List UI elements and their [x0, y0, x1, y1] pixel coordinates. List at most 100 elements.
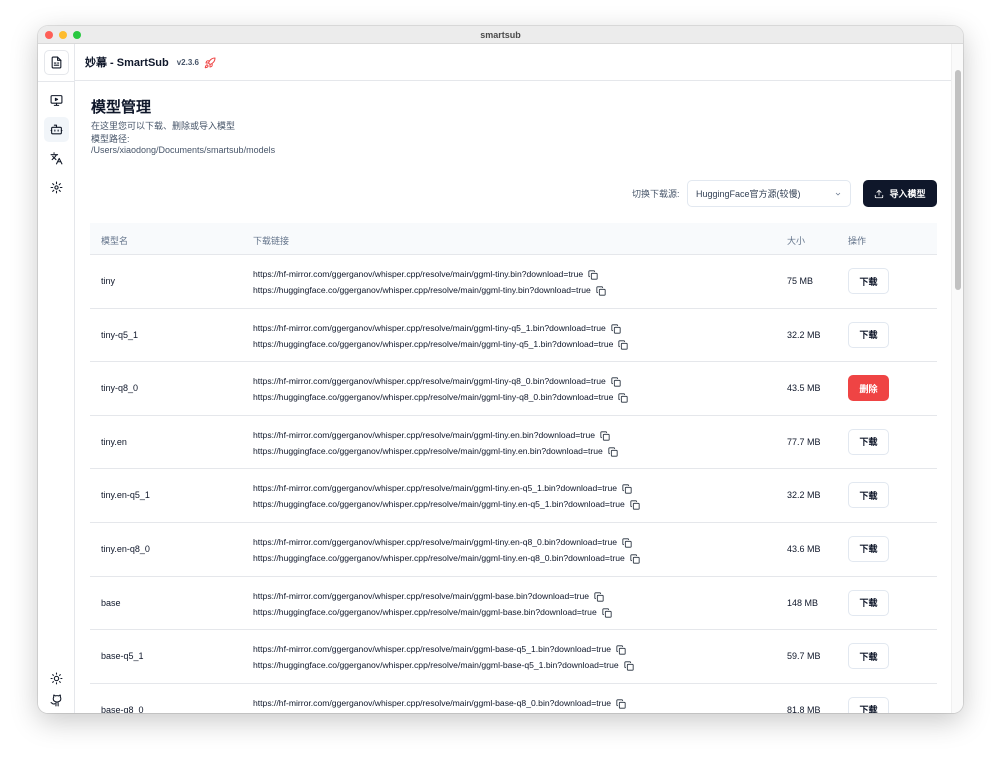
mirror-link-line: https://hf-mirror.com/ggerganov/whisper.…: [253, 534, 640, 550]
model-name: tiny.en-q5_1: [101, 490, 150, 501]
delete-model-button[interactable]: 删除: [848, 375, 889, 402]
official-link[interactable]: https://huggingface.co/ggerganov/whisper…: [253, 443, 603, 459]
sidebar-divider: [38, 81, 74, 82]
copy-icon[interactable]: [608, 446, 618, 457]
download-model-button[interactable]: 下载: [848, 428, 889, 455]
sidebar-item-tasks[interactable]: [44, 88, 69, 113]
table-header: 模型名 下载链接 大小 操作: [90, 223, 937, 254]
gear-icon: [50, 181, 63, 194]
import-model-button[interactable]: 导入模型: [863, 180, 937, 207]
window-title: smartsub: [480, 29, 521, 40]
copy-icon[interactable]: [622, 483, 632, 494]
download-links: https://hf-mirror.com/ggerganov/whisper.…: [253, 588, 612, 620]
mirror-link[interactable]: https://hf-mirror.com/ggerganov/whisper.…: [253, 320, 606, 336]
official-link[interactable]: https://huggingface.co/ggerganov/whisper…: [253, 711, 619, 713]
model-name: tiny: [101, 276, 116, 286]
table-row: tiny.en-q5_1 https://hf-mirror.com/ggerg…: [90, 468, 937, 522]
copy-icon[interactable]: [616, 644, 626, 655]
table-row: tiny.en-q8_0 https://hf-mirror.com/ggerg…: [90, 521, 937, 576]
official-link[interactable]: https://huggingface.co/ggerganov/whisper…: [253, 336, 613, 352]
model-name: tiny-q5_1: [101, 329, 139, 340]
app-name: 妙幕 - SmartSub: [85, 57, 169, 69]
download-source-select[interactable]: HuggingFace官方源(较慢): [687, 180, 851, 207]
page-scrollbar[interactable]: [951, 44, 963, 713]
model-name: base: [101, 597, 121, 608]
official-link[interactable]: https://huggingface.co/ggerganov/whisper…: [253, 550, 625, 566]
table-body: tiny https://hf-mirror.com/ggerganov/whi…: [90, 254, 937, 713]
sidebar-item-translate[interactable]: [44, 146, 69, 171]
minimize-window-button[interactable]: [59, 31, 67, 39]
copy-icon[interactable]: [600, 430, 610, 441]
download-model-button[interactable]: 下载: [848, 321, 889, 348]
mirror-link-line: https://hf-mirror.com/ggerganov/whisper.…: [253, 266, 606, 282]
official-link[interactable]: https://huggingface.co/ggerganov/whisper…: [253, 657, 619, 673]
copy-icon[interactable]: [611, 323, 621, 334]
download-links: https://hf-mirror.com/ggerganov/whisper.…: [253, 266, 606, 298]
copy-icon[interactable]: [630, 553, 640, 564]
copy-icon[interactable]: [611, 376, 621, 387]
table-row: tiny-q8_0 https://hf-mirror.com/ggergano…: [90, 361, 937, 415]
scrollbar-thumb[interactable]: [955, 70, 961, 290]
mirror-link[interactable]: https://hf-mirror.com/ggerganov/whisper.…: [253, 427, 595, 443]
maximize-window-button[interactable]: [73, 31, 81, 39]
mirror-link[interactable]: https://hf-mirror.com/ggerganov/whisper.…: [253, 588, 589, 604]
sidebar-item-settings[interactable]: [44, 175, 69, 200]
download-links: https://hf-mirror.com/ggerganov/whisper.…: [253, 695, 634, 713]
copy-icon[interactable]: [624, 660, 634, 671]
official-link[interactable]: https://huggingface.co/ggerganov/whisper…: [253, 389, 613, 405]
mirror-link[interactable]: https://hf-mirror.com/ggerganov/whisper.…: [253, 695, 611, 711]
copy-icon[interactable]: [596, 285, 606, 296]
copy-icon[interactable]: [618, 392, 629, 403]
app-version: v2.3.6: [176, 57, 199, 67]
import-model-label: 导入模型: [889, 189, 926, 199]
close-window-button[interactable]: [45, 31, 53, 39]
download-model-button[interactable]: 下载: [848, 643, 889, 670]
copy-icon[interactable]: [616, 698, 626, 709]
mirror-link[interactable]: https://hf-mirror.com/ggerganov/whisper.…: [253, 373, 606, 389]
download-links: https://hf-mirror.com/ggerganov/whisper.…: [253, 320, 629, 352]
download-model-button[interactable]: 下载: [848, 268, 889, 294]
table-row: tiny.en https://hf-mirror.com/ggerganov/…: [90, 414, 937, 469]
mirror-link-line: https://hf-mirror.com/ggerganov/whisper.…: [253, 373, 628, 389]
github-icon: [50, 694, 62, 707]
rocket-icon: [204, 56, 216, 69]
copy-icon[interactable]: [594, 591, 604, 602]
official-link[interactable]: https://huggingface.co/ggerganov/whisper…: [253, 282, 591, 298]
mirror-link-line: https://hf-mirror.com/ggerganov/whisper.…: [253, 427, 618, 443]
official-link-line: https://huggingface.co/ggerganov/whisper…: [253, 711, 634, 713]
mirror-link-line: https://hf-mirror.com/ggerganov/whisper.…: [253, 320, 628, 336]
download-model-button[interactable]: 下载: [848, 482, 889, 509]
copy-icon[interactable]: [588, 269, 598, 280]
copy-icon[interactable]: [602, 607, 612, 618]
monitor-icon: [50, 95, 63, 106]
mirror-link[interactable]: https://hf-mirror.com/ggerganov/whisper.…: [253, 641, 611, 657]
download-model-button[interactable]: 下载: [848, 589, 889, 616]
model-size: 43.6 MB: [787, 543, 821, 554]
official-link[interactable]: https://huggingface.co/ggerganov/whisper…: [253, 496, 625, 512]
sidebar: [38, 44, 75, 713]
official-link-line: https://huggingface.co/ggerganov/whisper…: [253, 443, 618, 459]
official-link[interactable]: https://huggingface.co/ggerganov/whisper…: [253, 604, 597, 620]
app-window: smartsub 妙幕 - SmartSub v2.3.6 模型管理 在这里您可…: [38, 26, 963, 713]
model-name: tiny.en-q8_0: [101, 543, 150, 554]
copy-icon[interactable]: [630, 499, 640, 510]
app-logo-button[interactable]: [44, 50, 69, 75]
bot-icon: [50, 124, 63, 135]
sidebar-item-models[interactable]: [44, 117, 69, 142]
languages-icon: [50, 152, 63, 165]
download-source-label: 切换下载源:: [632, 189, 680, 199]
download-model-button[interactable]: 下载: [848, 535, 889, 562]
table-row: base-q5_1 https://hf-mirror.com/ggergano…: [90, 629, 937, 683]
github-link-button[interactable]: [44, 688, 69, 713]
table-row: base-q8_0 https://hf-mirror.com/ggergano…: [90, 682, 937, 713]
mirror-link[interactable]: https://hf-mirror.com/ggerganov/whisper.…: [253, 480, 617, 496]
copy-icon[interactable]: [618, 339, 629, 350]
mirror-link[interactable]: https://hf-mirror.com/ggerganov/whisper.…: [253, 266, 583, 282]
header-download-link: 下载链接: [253, 236, 290, 246]
model-name: base-q5_1: [101, 651, 144, 662]
official-link-line: https://huggingface.co/ggerganov/whisper…: [253, 496, 640, 512]
copy-icon[interactable]: [622, 537, 632, 548]
download-model-button[interactable]: 下载: [848, 696, 889, 713]
model-size: 32.2 MB: [787, 329, 821, 340]
mirror-link[interactable]: https://hf-mirror.com/ggerganov/whisper.…: [253, 534, 617, 550]
